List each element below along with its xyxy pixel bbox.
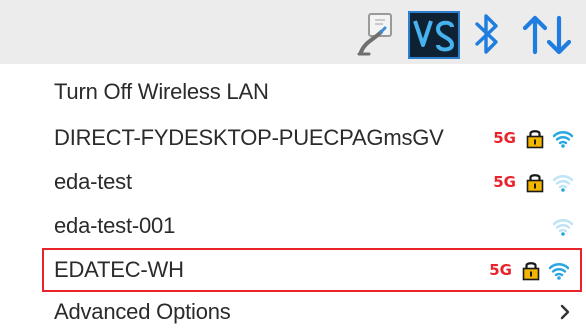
menu-item-advanced-options[interactable]: Advanced Options: [0, 290, 586, 334]
menu-item-network-eda-test-001[interactable]: eda-test-001: [0, 204, 586, 248]
menu-item-network-direct-fydesktop[interactable]: DIRECT-FYDESKTOP-PUECPAGmsGV 5G: [0, 116, 586, 160]
lock-icon: [526, 130, 544, 149]
band-5g-badge: 5G: [493, 173, 516, 191]
vnc-pen-icon[interactable]: [355, 12, 397, 56]
wifi-signal-full-icon: [548, 263, 570, 280]
network-ssid: eda-test: [54, 169, 132, 194]
menu-item-network-edatec-wh[interactable]: EDATEC-WH 5G: [42, 248, 582, 292]
vnc-viewer-icon[interactable]: [408, 11, 460, 59]
wifi-signal-weak-icon: [552, 175, 574, 192]
network-ssid: EDATEC-WH: [54, 257, 184, 282]
lock-icon: [526, 174, 544, 193]
menu-item-label: Turn Off Wireless LAN: [54, 79, 269, 104]
menu-item-turn-off-wlan[interactable]: Turn Off Wireless LAN: [0, 70, 586, 114]
bluetooth-icon[interactable]: [472, 12, 502, 56]
lock-icon: [522, 262, 540, 281]
chevron-right-icon: [560, 304, 570, 320]
wifi-signal-full-icon: [552, 131, 574, 148]
system-tray: [0, 0, 586, 64]
wireless-menu: Turn Off Wireless LAN DIRECT-FYDESKTOP-P…: [0, 64, 586, 334]
band-5g-badge: 5G: [493, 129, 516, 147]
band-5g-badge: 5G: [489, 261, 512, 279]
network-ssid: DIRECT-FYDESKTOP-PUECPAGmsGV: [54, 125, 444, 150]
network-arrows-icon[interactable]: [521, 14, 573, 56]
menu-item-label: Advanced Options: [54, 299, 231, 324]
network-ssid: eda-test-001: [54, 213, 176, 238]
wifi-signal-weak-icon: [552, 219, 574, 236]
menu-item-network-eda-test[interactable]: eda-test 5G: [0, 160, 586, 204]
